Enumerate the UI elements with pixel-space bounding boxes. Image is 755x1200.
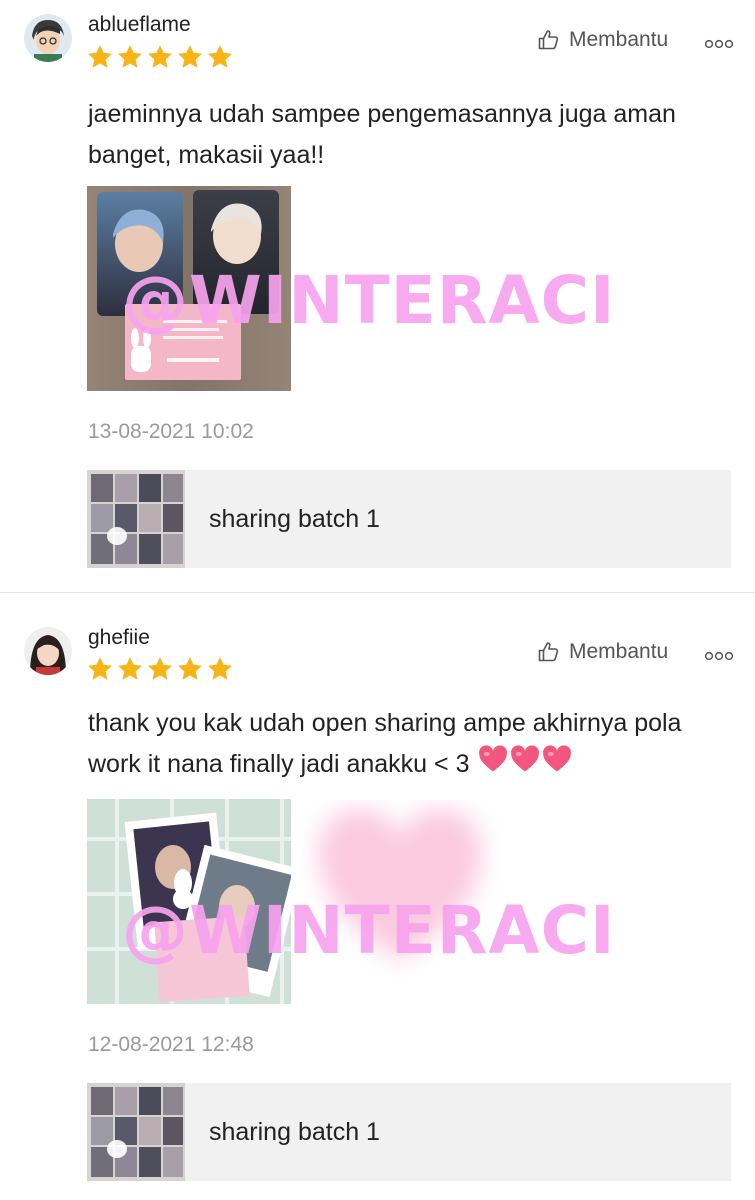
review-text: jaeminnya udah sampee pengemasannya juga… bbox=[88, 100, 676, 169]
star-icon bbox=[118, 45, 142, 68]
variant-label: sharing batch 1 bbox=[209, 505, 380, 533]
star-icon bbox=[178, 45, 202, 68]
thumbs-up-outline-icon bbox=[538, 30, 559, 50]
variant-thumbnail bbox=[87, 470, 185, 568]
star-icon bbox=[208, 45, 232, 68]
review-timestamp: 13-08-2021 10:02 bbox=[88, 420, 254, 443]
variant-label: sharing batch 1 bbox=[209, 1118, 380, 1146]
variant-card[interactable]: sharing batch 1 bbox=[87, 470, 731, 568]
star-icon bbox=[88, 657, 112, 680]
avatar[interactable] bbox=[24, 627, 72, 675]
more-dots-icon bbox=[704, 39, 734, 49]
username: ghefiie bbox=[88, 626, 150, 649]
star-icon bbox=[148, 657, 172, 680]
avatar[interactable] bbox=[24, 14, 72, 62]
more-options-button[interactable] bbox=[704, 648, 734, 666]
review-card: ablueflame Membantu jaeminnya udah sampe… bbox=[0, 0, 755, 592]
helpful-label: Membantu bbox=[569, 640, 669, 663]
star-icon bbox=[178, 657, 202, 680]
review-text: thank you kak udah open sharing ampe akh… bbox=[88, 703, 698, 786]
heart-emoji-icon bbox=[510, 745, 540, 786]
star-rating bbox=[86, 655, 234, 683]
review-card: ghefiie Membantu thank you kak udah open… bbox=[0, 593, 755, 1200]
heart-emoji-icon bbox=[542, 745, 572, 786]
star-icon bbox=[208, 657, 232, 680]
heart-emoji-icon bbox=[478, 745, 508, 786]
review-text-body: thank you kak udah open sharing ampe akh… bbox=[88, 709, 682, 778]
helpful-button[interactable]: Membantu bbox=[537, 28, 668, 52]
username: ablueflame bbox=[88, 13, 191, 36]
star-rating bbox=[86, 43, 234, 71]
variant-thumbnail bbox=[87, 1083, 185, 1181]
more-dots-icon bbox=[704, 651, 734, 661]
review-timestamp: 12-08-2021 12:48 bbox=[88, 1033, 254, 1056]
review-photo[interactable] bbox=[87, 799, 291, 1004]
star-icon bbox=[88, 45, 112, 68]
helpful-label: Membantu bbox=[569, 28, 669, 51]
star-icon bbox=[148, 45, 172, 68]
review-photo[interactable] bbox=[87, 186, 291, 391]
variant-card[interactable]: sharing batch 1 bbox=[87, 1083, 731, 1181]
star-icon bbox=[118, 657, 142, 680]
thumbs-up-outline-icon bbox=[538, 642, 559, 662]
more-options-button[interactable] bbox=[704, 36, 734, 54]
helpful-button[interactable]: Membantu bbox=[537, 640, 668, 664]
